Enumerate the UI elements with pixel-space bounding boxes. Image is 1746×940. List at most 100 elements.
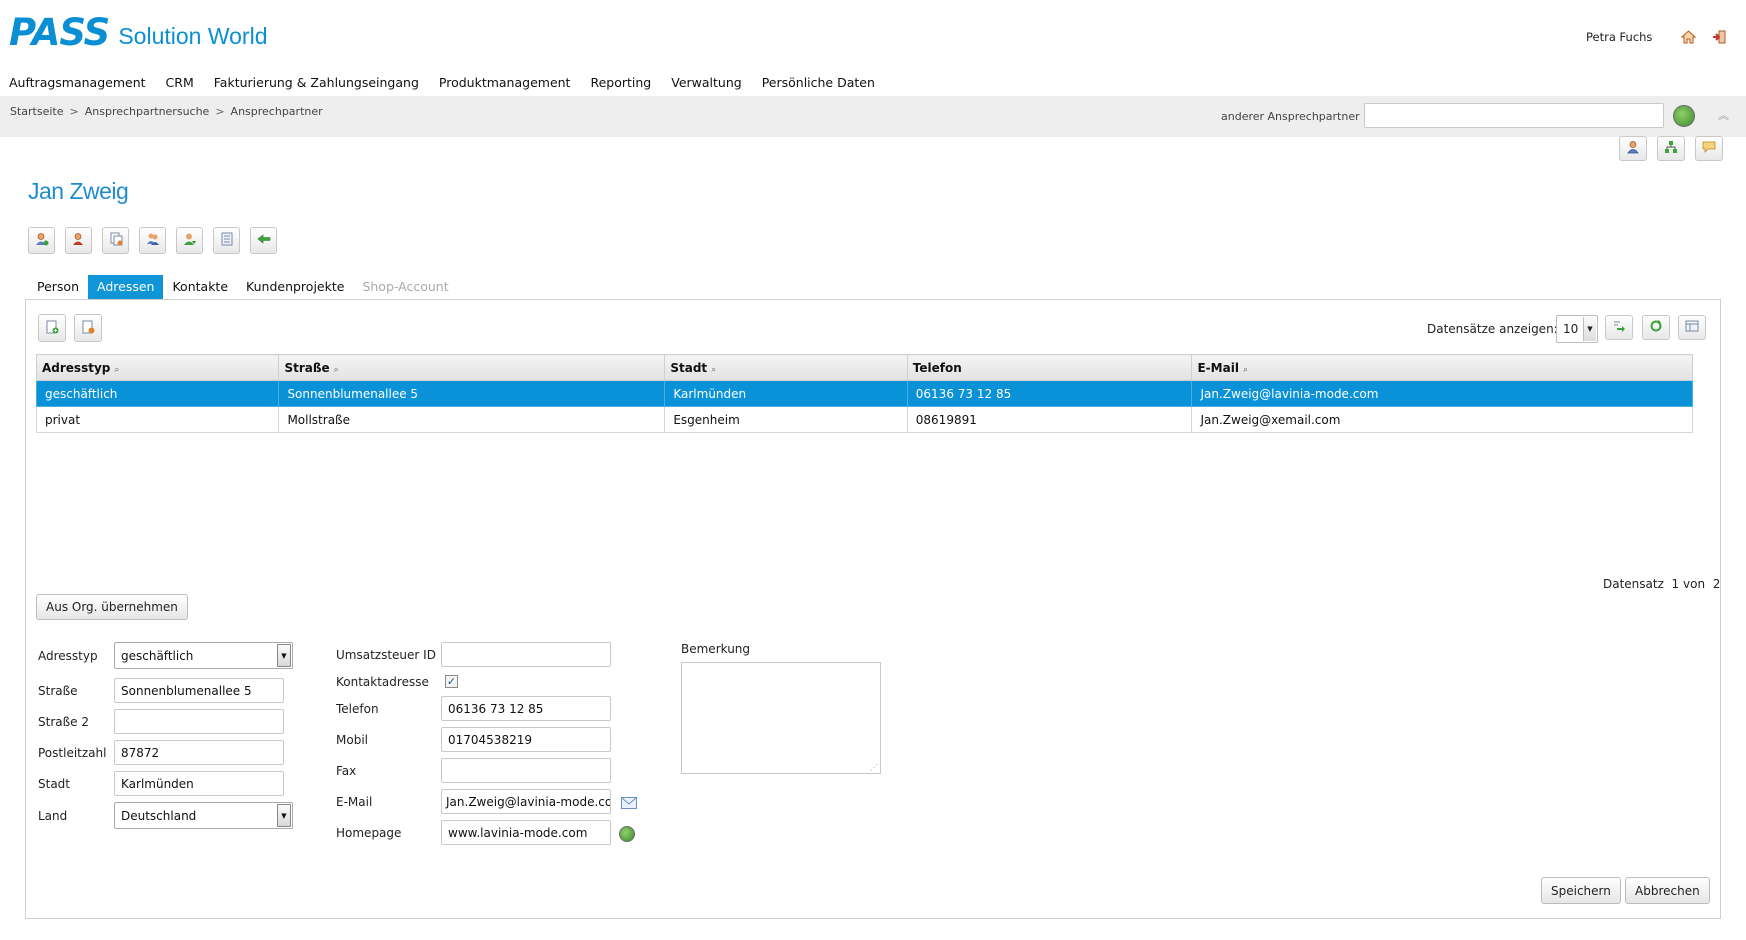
contact-export-button[interactable] [176, 227, 203, 254]
records-per-page-select[interactable]: 10 ▼ [1556, 315, 1598, 343]
tab-adressen[interactable]: Adressen [88, 275, 164, 299]
breadcrumb-separator: > [215, 105, 225, 118]
table-row[interactable]: privat Mollstraße Esgenheim 08619891 Jan… [35, 406, 1693, 433]
cell-strasse: Sonnenblumenallee 5 [278, 380, 666, 407]
country-select[interactable]: Deutschland ▼ [114, 802, 293, 829]
other-contact-label: anderer Ansprechpartner [1221, 110, 1360, 123]
grid-refresh-button[interactable] [1642, 315, 1670, 340]
take-from-org-button[interactable]: Aus Org. übernehmen [36, 594, 188, 620]
sort-icon: ⌕ [711, 364, 717, 375]
page-title: Jan Zweig [28, 178, 129, 204]
person-add-icon [35, 232, 49, 249]
cell-strasse: Mollstraße [278, 406, 666, 433]
column-header-email[interactable]: E-Mail ⌕ [1191, 354, 1693, 381]
nav-fakturierung[interactable]: Fakturierung & Zahlungseingang [214, 75, 419, 90]
breadcrumb: Startseite > Ansprechpartnersuche > Ansp… [10, 105, 323, 118]
grid-export-button[interactable] [1605, 315, 1633, 340]
nav-persoenliche-daten[interactable]: Persönliche Daten [762, 75, 875, 90]
chevron-down-icon: ▼ [277, 644, 291, 667]
main-nav: Auftragsmanagement CRM Fakturierung & Za… [9, 75, 895, 90]
column-header-strasse[interactable]: Straße ⌕ [278, 354, 666, 381]
delete-address-button[interactable] [74, 314, 102, 342]
column-header-adresstyp[interactable]: Adresstyp ⌕ [35, 354, 280, 381]
home-icon[interactable] [1680, 29, 1696, 45]
zip-label: Postleitzahl [38, 746, 107, 760]
breadcrumb-item-startseite[interactable]: Startseite [10, 105, 64, 118]
street2-input[interactable] [114, 709, 284, 734]
vat-id-input[interactable] [441, 642, 611, 667]
nav-auftragsmanagement[interactable]: Auftragsmanagement [9, 75, 146, 90]
edit-contact-button[interactable] [65, 227, 92, 254]
logo[interactable]: PASS Solution World [9, 14, 268, 51]
globe-icon[interactable] [619, 826, 635, 842]
email-label: E-Mail [336, 795, 373, 809]
org-chart-icon [1664, 140, 1678, 157]
refresh-icon [1649, 319, 1663, 336]
city-input[interactable]: Karlmünden [114, 771, 284, 796]
phone-input[interactable]: 06136 73 12 85 [441, 696, 611, 721]
address-table: Adresstyp ⌕ Straße ⌕ Stadt ⌕ Telefon E-Mail… [35, 354, 1693, 433]
save-button[interactable]: Speichern [1541, 877, 1621, 904]
grid-columns-button[interactable] [1678, 315, 1706, 340]
breadcrumb-item-ansprechpartner: Ansprechpartner [230, 105, 323, 118]
logout-icon[interactable] [1711, 29, 1727, 45]
table-row[interactable]: geschäftlich Sonnenblumenallee 5 Karlmün… [35, 380, 1693, 407]
person-edit-icon [72, 232, 86, 249]
street-label: Straße [38, 684, 78, 698]
remark-label: Bemerkung [681, 642, 751, 656]
back-button[interactable] [250, 227, 277, 254]
resize-grip-icon[interactable]: ⋰ [870, 763, 878, 772]
other-contact-input[interactable] [1364, 103, 1664, 128]
new-contact-button[interactable] [28, 227, 55, 254]
column-header-stadt[interactable]: Stadt ⌕ [664, 354, 908, 381]
chevron-down-icon: ▼ [1583, 317, 1596, 341]
mobile-input[interactable]: 01704538219 [441, 727, 611, 752]
contact-address-label: Kontaktadresse [336, 675, 429, 689]
user-name[interactable]: Petra Fuchs [1586, 30, 1652, 44]
cell-email: Jan.Zweig@lavinia-mode.com [1191, 380, 1693, 407]
chevron-down-icon: ▼ [277, 804, 291, 827]
add-address-button[interactable] [38, 314, 66, 342]
contact-address-checkbox[interactable]: ✓ [445, 675, 458, 688]
email-input[interactable]: Jan.Zweig@lavinia-mode.com [441, 789, 611, 814]
contact-person-button[interactable] [1619, 136, 1647, 161]
address-type-label: Adresstyp [38, 649, 98, 663]
remark-textarea[interactable]: ⋰ [681, 662, 881, 774]
org-chart-button[interactable] [1657, 136, 1685, 161]
tab-shop-account: Shop-Account [362, 279, 449, 294]
document-copy-icon [109, 232, 123, 249]
street-input[interactable]: Sonnenblumenallee 5 [114, 678, 284, 703]
tab-kontakte[interactable]: Kontakte [163, 275, 237, 299]
fax-label: Fax [336, 764, 357, 778]
cell-stadt: Karlmünden [664, 380, 908, 407]
nav-reporting[interactable]: Reporting [590, 75, 651, 90]
arrow-left-icon [257, 232, 271, 249]
address-type-select[interactable]: geschäftlich ▼ [114, 642, 293, 669]
person-icon [1626, 140, 1640, 157]
breadcrumb-item-ansprechpartnersuche[interactable]: Ansprechpartnersuche [85, 105, 210, 118]
cell-telefon: 08619891 [906, 406, 1193, 433]
records-per-page-label: Datensätze anzeigen: [1427, 322, 1558, 336]
homepage-input[interactable]: www.lavinia-mode.com [441, 820, 611, 845]
print-button[interactable] [213, 227, 240, 254]
address-type-value: geschäftlich [121, 648, 194, 663]
column-header-telefon: Telefon [906, 354, 1193, 381]
speech-bubble-icon [1702, 140, 1716, 157]
person-export-icon [183, 232, 197, 249]
nav-produktmanagement[interactable]: Produktmanagement [439, 75, 571, 90]
copy-document-button[interactable] [102, 227, 129, 254]
globe-icon[interactable] [1673, 105, 1695, 127]
mail-icon[interactable] [621, 797, 637, 809]
nav-crm[interactable]: CRM [166, 75, 194, 90]
collapse-icon[interactable]: ︽ [1718, 107, 1729, 123]
tab-person[interactable]: Person [28, 275, 88, 299]
vat-id-label: Umsatzsteuer ID [336, 648, 436, 662]
contact-group-button[interactable] [139, 227, 166, 254]
fax-input[interactable] [441, 758, 611, 783]
cancel-button[interactable]: Abbrechen [1625, 877, 1710, 904]
nav-verwaltung[interactable]: Verwaltung [671, 75, 741, 90]
tab-kundenprojekte[interactable]: Kundenprojekte [237, 275, 353, 299]
messages-button[interactable] [1695, 136, 1723, 161]
zip-input[interactable]: 87872 [114, 740, 284, 765]
arrow-export-icon [1612, 319, 1626, 336]
